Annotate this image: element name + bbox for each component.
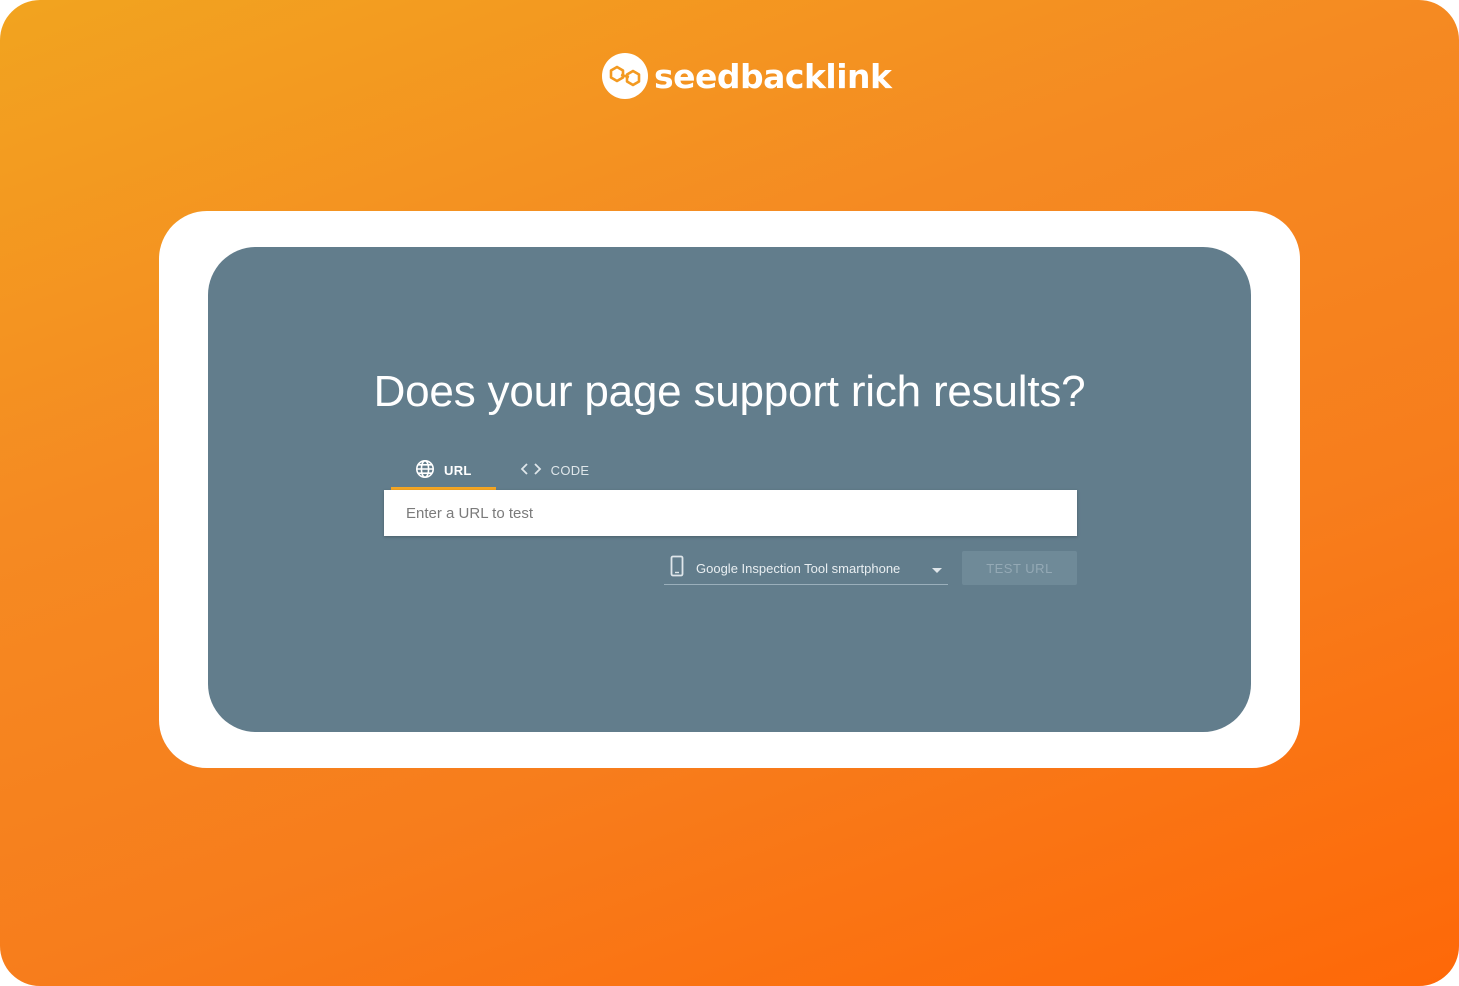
screenshot-frame: Does your page support rich results? URL…	[159, 211, 1300, 768]
tab-code-label: CODE	[550, 463, 590, 478]
test-url-button[interactable]: TEST URL	[962, 551, 1077, 585]
chevron-down-icon	[932, 568, 942, 573]
tab-code[interactable]: CODE	[496, 451, 614, 490]
smartphone-icon	[670, 555, 684, 582]
brand-name: seedbacklink	[654, 56, 892, 96]
brand-logo: seedbacklink	[602, 52, 892, 100]
device-select[interactable]: Google Inspection Tool smartphone	[664, 553, 948, 585]
rich-results-panel: Does your page support rich results? URL…	[208, 247, 1251, 732]
page-title: Does your page support rich results?	[373, 367, 1086, 416]
seedbacklink-logo-icon	[602, 53, 648, 99]
input-mode-tabs: URL CODE	[391, 451, 613, 490]
tab-url-label: URL	[444, 463, 472, 478]
background-canvas: seedbacklink Does your page support rich…	[0, 0, 1459, 986]
tab-url[interactable]: URL	[391, 451, 496, 490]
device-select-value: Google Inspection Tool smartphone	[696, 561, 901, 576]
code-icon	[520, 462, 542, 479]
url-input[interactable]	[384, 490, 1077, 536]
globe-icon	[415, 459, 435, 482]
